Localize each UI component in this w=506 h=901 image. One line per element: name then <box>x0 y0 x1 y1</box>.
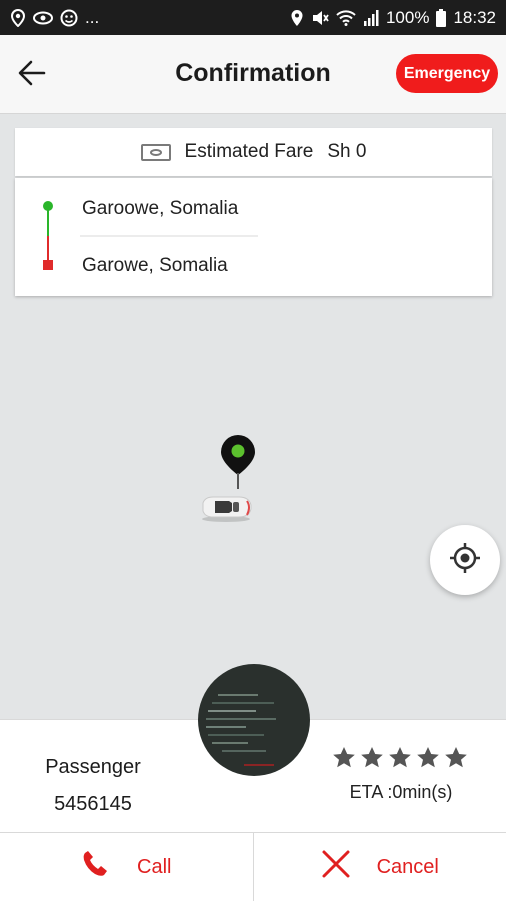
signal-icon <box>363 10 379 26</box>
map-pin-icon <box>218 433 258 496</box>
car-icon <box>199 495 253 528</box>
route-divider <box>80 235 258 237</box>
location-icon <box>290 9 304 27</box>
route-card: Garoowe, Somalia Garowe, Somalia <box>15 178 492 296</box>
crosshair-icon <box>449 542 481 579</box>
status-bar: ... 100% 18:32 <box>0 0 506 35</box>
cancel-label: Cancel <box>377 856 439 879</box>
phone-icon <box>81 849 111 885</box>
star-icon <box>332 746 356 774</box>
eye-icon <box>33 11 53 25</box>
emergency-button[interactable]: Emergency <box>396 54 498 93</box>
passenger-avatar[interactable] <box>198 664 310 776</box>
star-icon <box>416 746 440 774</box>
dropoff-square-icon <box>43 260 53 270</box>
status-left: ... <box>10 8 99 28</box>
eta-text: ETA :0min(s) <box>310 782 492 803</box>
call-button[interactable]: Call <box>0 833 253 901</box>
star-icon <box>388 746 412 774</box>
passenger-id: 5456145 <box>0 793 186 816</box>
star-icon <box>444 746 468 774</box>
estimated-fare-bar: Estimated Fare Sh 0 <box>15 128 492 176</box>
status-right: 100% 18:32 <box>290 8 496 28</box>
wifi-icon <box>336 10 356 26</box>
passenger-label: Passenger <box>0 756 186 779</box>
cancel-button[interactable]: Cancel <box>253 833 506 901</box>
star-icon <box>360 746 384 774</box>
cash-icon <box>141 144 171 161</box>
fare-label: Estimated Fare <box>185 141 314 163</box>
dropoff-address[interactable]: Garowe, Somalia <box>82 255 228 277</box>
more-dots: ... <box>85 8 99 28</box>
mute-icon <box>311 9 329 27</box>
route-line-dropoff <box>47 236 49 263</box>
route-line-pickup <box>47 208 49 236</box>
battery-icon <box>436 9 446 27</box>
app-bar: Confirmation Emergency <box>0 35 506 114</box>
action-bar: Call Cancel <box>0 832 506 901</box>
emoji-icon <box>60 9 78 27</box>
fare-amount: Sh 0 <box>327 141 366 163</box>
close-icon <box>321 849 351 885</box>
location-pin-icon <box>10 9 26 27</box>
pickup-address[interactable]: Garoowe, Somalia <box>82 198 238 220</box>
call-label: Call <box>137 856 171 879</box>
rating-stars <box>332 746 468 774</box>
battery-percent: 100% <box>386 8 429 28</box>
clock: 18:32 <box>453 8 496 28</box>
locate-me-button[interactable] <box>430 525 500 595</box>
